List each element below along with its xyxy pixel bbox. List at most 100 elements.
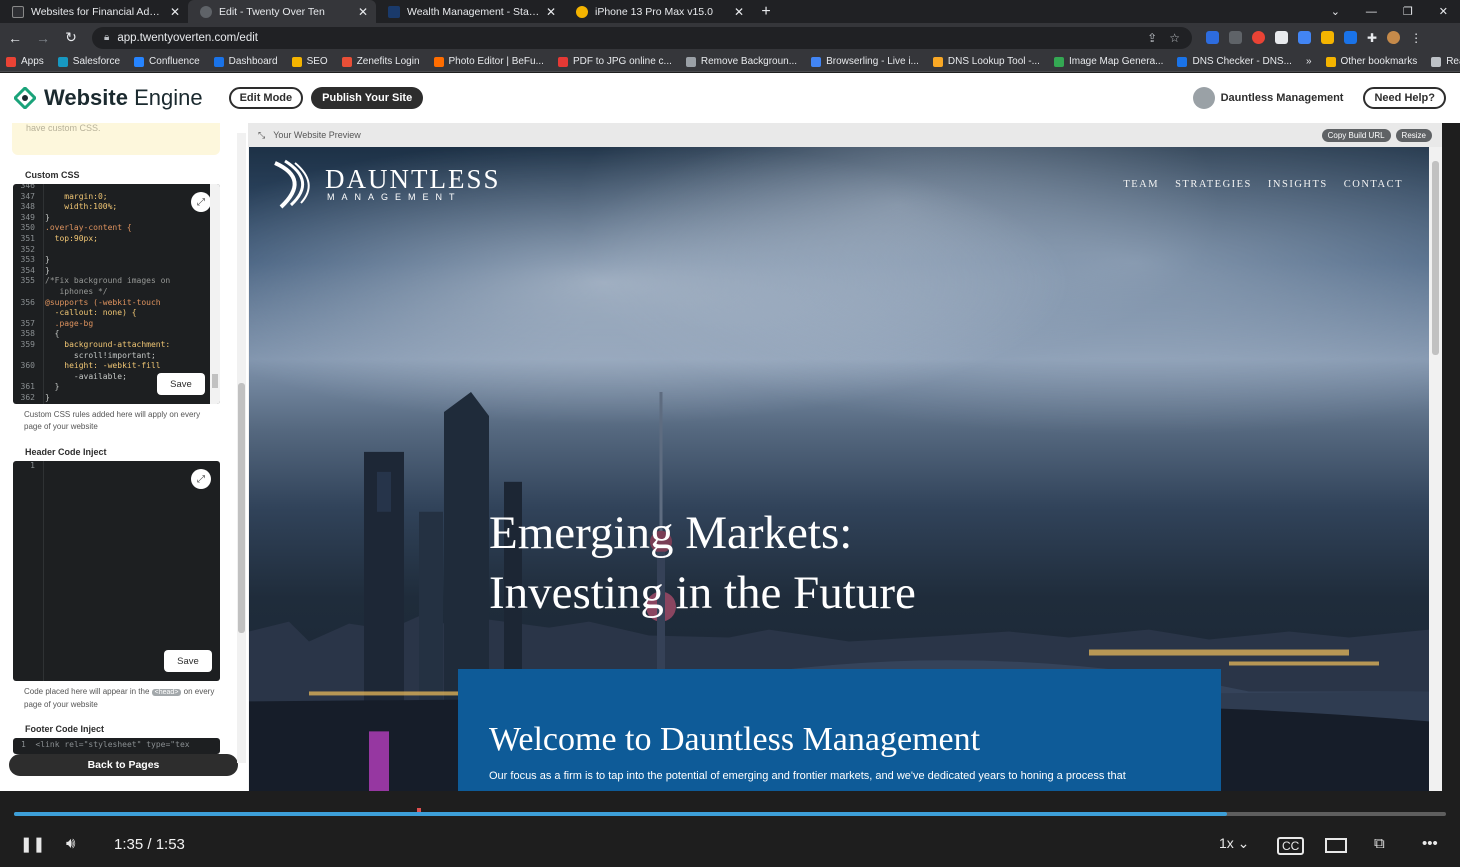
back-arrow-icon[interactable]: ← <box>8 30 22 46</box>
resize-button[interactable]: Resize <box>1395 128 1432 142</box>
kebab-menu-icon[interactable]: ⋮ <box>1410 31 1422 45</box>
bookmark[interactable]: Zenefits Login <box>341 56 420 67</box>
avatar <box>1192 87 1215 109</box>
nav-contact[interactable]: CONTACT <box>1344 179 1403 190</box>
account-menu[interactable]: Dauntless Management <box>1192 87 1343 109</box>
close-tab-icon[interactable]: ✕ <box>546 5 556 19</box>
line-number: 346 <box>20 184 35 190</box>
volume-icon[interactable]: 🔊︎ <box>66 835 75 852</box>
collapse-icon[interactable]: ⤡ <box>258 130 265 141</box>
pip-icon[interactable]: ⧉ <box>1374 835 1385 852</box>
extension-icon[interactable] <box>1206 31 1219 44</box>
preview-scrollbar[interactable] <box>1429 147 1442 791</box>
save-header-button[interactable]: Save <box>164 650 212 672</box>
footer-code-editor[interactable]: 1 <link rel="stylesheet" type="tex <box>13 738 220 754</box>
reload-icon[interactable]: ↻ <box>64 29 78 46</box>
publish-site-button[interactable]: Publish Your Site <box>311 87 424 109</box>
bookmark[interactable]: Other bookmarks <box>1325 56 1417 67</box>
captions-icon[interactable]: CC <box>1277 837 1305 855</box>
pause-icon[interactable]: ❚❚ <box>20 835 45 853</box>
header-code-editor[interactable]: 1 ⤢ Save <box>13 461 220 681</box>
more-options-icon[interactable]: ••• <box>1422 835 1438 852</box>
bookmark-favicon <box>341 56 352 67</box>
bookmark-label: DNS Checker - DNS... <box>1192 56 1292 67</box>
bookmark[interactable]: Image Map Genera... <box>1053 56 1163 67</box>
line-text: { <box>45 329 60 339</box>
minimize-icon[interactable]: — <box>1366 6 1377 18</box>
header-code[interactable]: 1 <box>13 461 45 472</box>
seek-progress <box>14 812 1227 816</box>
url-text: app.twentyoverten.com/edit <box>117 31 258 44</box>
close-tab-icon[interactable]: ✕ <box>734 5 744 19</box>
bookmark[interactable]: Remove Backgroun... <box>685 56 797 67</box>
need-help-button[interactable]: Need Help? <box>1363 87 1446 109</box>
bookmark-label: PDF to JPG online c... <box>572 56 672 67</box>
extension-icon[interactable] <box>1229 31 1242 44</box>
expand-icon[interactable]: ⤢ <box>191 469 211 489</box>
playback-speed[interactable]: 1x ⌄ <box>1219 835 1249 852</box>
bookmark-label: Browserling - Live i... <box>826 56 919 67</box>
site-logo[interactable]: DAUNTLESS MANAGEMENT <box>271 159 501 209</box>
seek-bar[interactable] <box>14 812 1446 816</box>
close-tab-icon[interactable]: ✕ <box>170 5 180 19</box>
folder-icon <box>1325 56 1336 67</box>
more-bookmarks-icon[interactable]: » <box>1306 56 1312 67</box>
save-css-button[interactable]: Save <box>157 373 205 395</box>
back-to-pages-button[interactable]: Back to Pages <box>9 754 238 776</box>
theater-mode-icon[interactable] <box>1325 838 1347 853</box>
bookmark[interactable]: SEO <box>291 56 328 67</box>
bookmark[interactable]: Dashboard <box>213 56 278 67</box>
line-text: margin:0; <box>45 191 108 201</box>
browser-tab[interactable]: Wealth Management - Stamford, ✕ <box>376 0 564 23</box>
restore-icon[interactable]: ❐ <box>1403 5 1413 18</box>
bookmark[interactable]: PDF to JPG online c... <box>557 56 672 67</box>
bookmark[interactable]: Browserling - Live i... <box>811 56 919 67</box>
line-text: .page-bg <box>45 318 94 328</box>
nav-strategies[interactable]: STRATEGIES <box>1175 179 1252 190</box>
share-icon[interactable]: ⇪ <box>1147 31 1157 45</box>
bookmark[interactable]: DNS Lookup Tool -... <box>932 56 1040 67</box>
edit-mode-button[interactable]: Edit Mode <box>228 87 304 109</box>
nav-team[interactable]: TEAM <box>1123 179 1159 190</box>
editor-scrollbar[interactable] <box>210 184 220 404</box>
expand-icon[interactable]: ⤢ <box>191 192 211 212</box>
forward-arrow-icon[interactable]: → <box>36 30 50 46</box>
extension-icon[interactable] <box>1275 31 1288 44</box>
close-window-icon[interactable]: ✕ <box>1439 5 1448 18</box>
bookmark[interactable]: Salesforce <box>57 56 120 67</box>
footer-code[interactable]: 1 <link rel="stylesheet" type="tex <box>21 740 190 751</box>
extension-icon[interactable] <box>1344 31 1357 44</box>
tab-search-icon[interactable]: ⌄ <box>1331 5 1340 18</box>
css-code[interactable]: 346 347 margin:0; 348 width:100%; 349} 350 .o… <box>13 184 171 403</box>
bookmark[interactable]: Apps <box>6 56 44 67</box>
browser-tab[interactable]: iPhone 13 Pro Max v15.0 ✕ <box>564 0 752 23</box>
bookmark-favicon <box>1177 56 1188 67</box>
logo[interactable]: Website Engine <box>14 85 203 111</box>
hero-line-2: Investing in the Future <box>489 567 916 619</box>
puzzle-icon[interactable]: ✚ <box>1367 31 1377 45</box>
bookmark[interactable]: DNS Checker - DNS... <box>1177 56 1292 67</box>
bookmark[interactable]: Photo Editor | BeFu... <box>433 56 544 67</box>
line-text: top:90px; <box>45 233 98 243</box>
bookmark[interactable]: Reading list <box>1431 56 1460 67</box>
bookmark-label: Dashboard <box>228 56 278 67</box>
address-bar[interactable]: 🔒︎ app.twentyoverten.com/edit ⇪ ☆ <box>92 26 1192 49</box>
custom-css-editor[interactable]: 346 347 margin:0; 348 width:100%; 349} 350 .o… <box>13 184 220 404</box>
browser-tab[interactable]: Websites for Financial Advisors - ✕ <box>0 0 188 23</box>
bookmark-star-icon[interactable]: ☆ <box>1169 31 1180 45</box>
close-tab-icon[interactable]: ✕ <box>358 5 368 19</box>
browser-tab-bar: Websites for Financial Advisors - ✕ Edit… <box>0 0 1460 23</box>
line-text: } <box>45 255 50 265</box>
sidebar-scrollbar[interactable] <box>237 133 246 763</box>
line-number: 353 <box>20 255 35 265</box>
extension-icon[interactable] <box>1321 31 1334 44</box>
new-tab-icon[interactable]: + <box>752 0 780 23</box>
profile-avatar[interactable] <box>1387 31 1401 44</box>
nav-insights[interactable]: INSIGHTS <box>1268 179 1328 190</box>
browser-tab-active[interactable]: Edit - Twenty Over Ten ✕ <box>188 0 376 23</box>
copy-build-url-button[interactable]: Copy Build URL <box>1321 128 1391 142</box>
header-note-text: Code placed here will appear in the <box>24 687 150 696</box>
bookmark[interactable]: Confluence <box>134 56 200 67</box>
extension-icon[interactable] <box>1252 31 1265 44</box>
extension-icon[interactable] <box>1298 31 1311 44</box>
